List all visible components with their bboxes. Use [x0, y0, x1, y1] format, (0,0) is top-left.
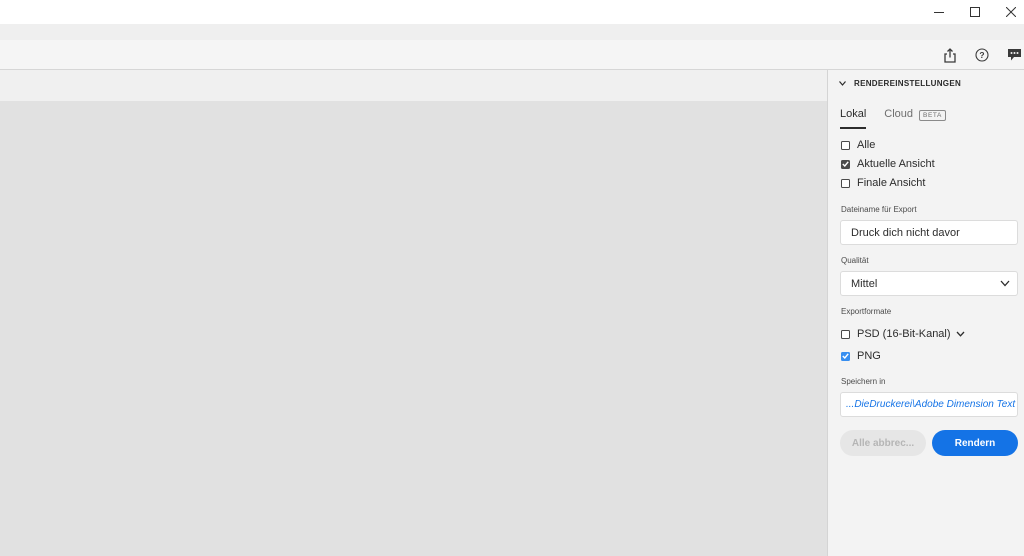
view-option-final[interactable]: Finale Ansicht	[841, 177, 925, 189]
checkbox[interactable]	[841, 178, 850, 188]
render-settings-panel: RENDEREINSTELLUNGEN Lokal Cloud BETA All…	[827, 70, 1024, 556]
checkbox[interactable]	[841, 159, 850, 169]
minimize-icon	[934, 12, 944, 13]
filename-label: Dateiname für Export	[841, 205, 917, 214]
document-tab-strip	[0, 24, 1024, 40]
title-bar	[0, 0, 1024, 24]
format-label: PSD (16-Bit-Kanal)	[857, 328, 951, 340]
view-option-current[interactable]: Aktuelle Ansicht	[841, 158, 935, 170]
checkmark-icon	[842, 353, 849, 359]
render-canvas[interactable]	[0, 101, 827, 556]
render-location-tabs: Lokal Cloud BETA	[840, 108, 946, 130]
format-png[interactable]: PNG	[841, 350, 881, 362]
tab-lokal[interactable]: Lokal	[840, 108, 867, 129]
svg-text:?: ?	[979, 50, 984, 60]
chevron-down-icon[interactable]	[956, 331, 965, 337]
quality-select[interactable]: Mittel	[840, 271, 1018, 296]
help-button[interactable]: ?	[974, 47, 990, 63]
checkmark-icon	[842, 161, 849, 167]
save-in-label: Speichern in	[841, 377, 886, 386]
share-button[interactable]	[942, 47, 958, 63]
view-option-alle[interactable]: Alle	[841, 139, 875, 151]
close-icon	[1006, 7, 1016, 17]
quality-value: Mittel	[851, 277, 878, 290]
checkbox[interactable]	[841, 329, 850, 339]
chevron-down-icon	[1000, 280, 1010, 287]
format-label: PNG	[857, 350, 881, 362]
view-option-label: Aktuelle Ansicht	[857, 158, 935, 170]
close-button[interactable]	[994, 0, 1024, 24]
checkbox[interactable]	[841, 140, 850, 150]
save-path-input[interactable]: ...DieDruckerei\Adobe Dimension Text	[840, 392, 1018, 417]
filename-input[interactable]: Druck dich nicht davor	[840, 220, 1018, 245]
panel-header[interactable]: RENDEREINSTELLUNGEN	[839, 79, 961, 88]
render-button[interactable]: Rendern	[932, 430, 1018, 456]
tab-cloud[interactable]: Cloud BETA	[884, 108, 946, 129]
app-toolbar: ?	[0, 40, 1024, 70]
maximize-icon	[970, 7, 980, 17]
view-option-label: Alle	[857, 139, 876, 151]
filename-value: Druck dich nicht davor	[851, 226, 960, 239]
feedback-button[interactable]	[1006, 47, 1022, 63]
share-icon	[944, 47, 956, 63]
canvas-header	[0, 70, 827, 101]
chevron-down-icon	[839, 81, 846, 86]
minimize-button[interactable]	[922, 0, 956, 24]
help-icon: ?	[975, 48, 989, 62]
tab-cloud-label: Cloud	[884, 108, 914, 120]
maximize-button[interactable]	[958, 0, 992, 24]
panel-title: RENDEREINSTELLUNGEN	[854, 79, 962, 88]
format-psd[interactable]: PSD (16-Bit-Kanal)	[841, 328, 965, 340]
export-formats-label: Exportformate	[841, 307, 892, 316]
feedback-icon	[1007, 49, 1021, 61]
checkbox[interactable]	[841, 351, 850, 361]
save-path-value: ...DieDruckerei\Adobe Dimension Text	[846, 399, 1016, 410]
tab-lokal-label: Lokal	[840, 108, 867, 120]
quality-label: Qualität	[841, 256, 869, 265]
view-option-label: Finale Ansicht	[857, 177, 926, 189]
beta-badge: BETA	[919, 110, 946, 121]
cancel-all-button[interactable]: Alle abbrec...	[840, 430, 926, 456]
